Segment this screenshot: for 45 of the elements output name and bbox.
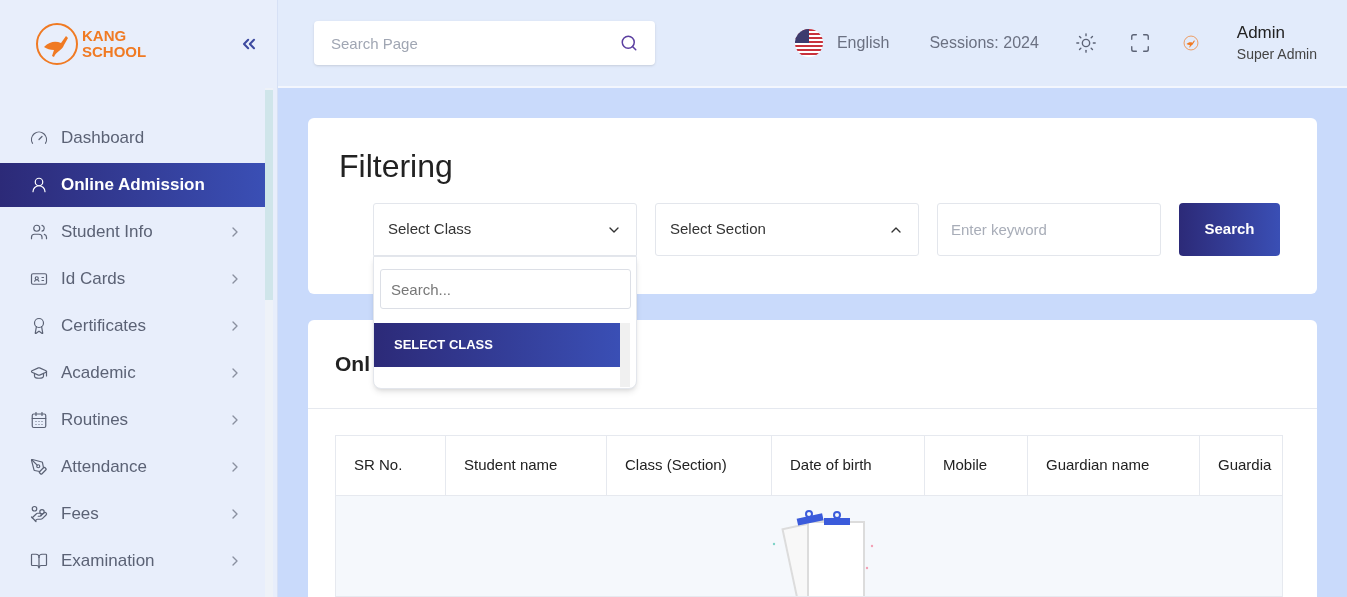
hand-coins-icon (30, 505, 48, 523)
class-select[interactable]: Select Class (373, 203, 637, 256)
user-icon (30, 176, 48, 194)
sidebar-item[interactable]: Dashboard (0, 116, 265, 160)
theme-toggle-icon[interactable] (1074, 32, 1097, 54)
column-header: Student name (446, 436, 607, 495)
list-title: Onl (335, 351, 370, 378)
column-header: Guardia (1200, 436, 1282, 495)
calendar-icon (30, 411, 48, 429)
user-name[interactable]: Admin (1236, 22, 1317, 44)
book-icon (30, 552, 48, 570)
brand-name: KANG SCHOOL (82, 28, 147, 60)
sidebar-item[interactable]: Fees (0, 492, 265, 536)
dropdown-scrollbar (620, 323, 630, 387)
sidebar-item[interactable]: Academic (0, 351, 265, 395)
sidebar-item[interactable]: Online Admission (0, 163, 265, 207)
keyword-field[interactable]: Enter keyword (937, 203, 1161, 256)
sidebar-item[interactable]: Attendance (0, 445, 265, 489)
sidebar-item[interactable]: Examination (0, 539, 265, 583)
users-icon (30, 223, 48, 241)
sidebar-item[interactable]: Routines (0, 398, 265, 442)
flag-icon[interactable] (794, 29, 823, 57)
user-role: Super Admin (1236, 45, 1317, 64)
filter-title: Filtering (339, 147, 454, 186)
sidebar-item[interactable]: Id Cards (0, 257, 265, 301)
fullscreen-icon[interactable] (1128, 32, 1151, 54)
dropdown-option[interactable]: SELECT CLASS (374, 323, 621, 367)
column-header: Class (Section) (607, 436, 772, 495)
search-icon (620, 34, 638, 52)
id-card-icon (30, 270, 48, 288)
column-header: Guardian name (1028, 436, 1200, 495)
graduation-cap-icon (30, 364, 48, 382)
session-label[interactable]: Sessions: 2024 (929, 31, 1039, 55)
column-header: Mobile (925, 436, 1028, 495)
pen-icon (30, 458, 48, 476)
sidebar-item[interactable]: Certificates (0, 304, 265, 348)
section-select[interactable]: Select Section (655, 203, 919, 256)
search-button[interactable]: Search (1179, 203, 1280, 256)
sidebar-item[interactable]: Student Info (0, 210, 265, 254)
dropdown-search-field[interactable]: Search... (380, 269, 631, 309)
gauge-icon (30, 129, 48, 147)
column-header: Date of birth (772, 436, 925, 495)
search-field[interactable]: Search Page (314, 21, 655, 65)
language-label[interactable]: English (836, 31, 890, 55)
column-header: SR No. (336, 436, 446, 495)
